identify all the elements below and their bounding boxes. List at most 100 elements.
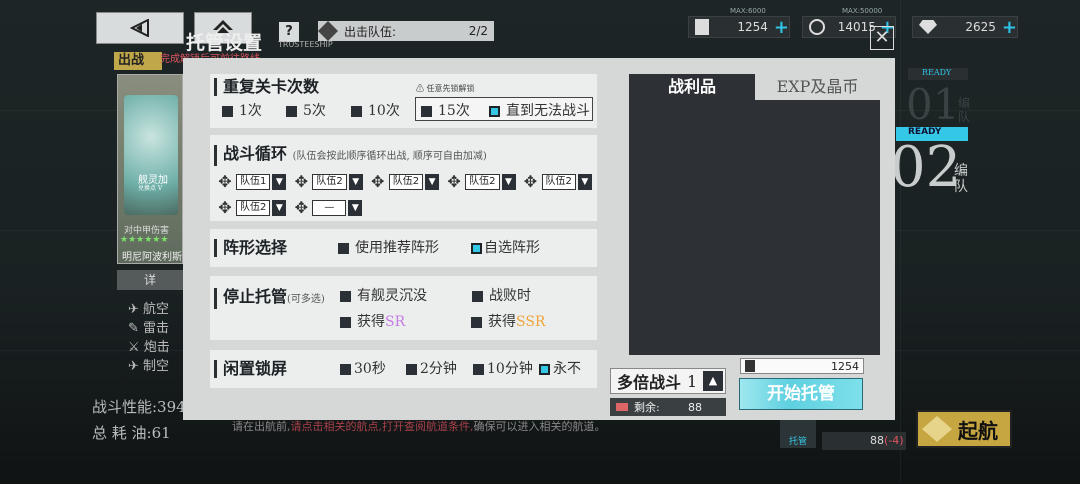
close-button[interactable]: ✕ [870, 26, 894, 50]
fleet-icon [318, 21, 338, 41]
ticket-icon [616, 403, 628, 411]
stop-get-ssr[interactable]: 获得SSR [471, 314, 545, 330]
cycle-slot-5[interactable]: ✥ 队伍2 ▼ [522, 172, 592, 191]
launch-button[interactable]: 起航 [916, 410, 1012, 448]
dropdown-icon: ▼ [501, 173, 516, 190]
oil-icon [695, 19, 709, 35]
multi-battle-label: 多倍战斗 [617, 373, 682, 392]
tab-exp-coins[interactable]: EXP及晶币 [755, 74, 880, 100]
checkbox-icon [340, 363, 351, 375]
sortie-fleet-bar: 出击队伍: 2/2 [318, 21, 494, 41]
checkbox-icon [222, 105, 233, 117]
fleet-word-2b: 队 [954, 179, 968, 195]
cycle-slot-4[interactable]: ✥ 队伍2 ▼ [445, 172, 516, 191]
fleet-select-value: 队伍2 [388, 173, 424, 190]
increase-button[interactable]: ▲ [703, 371, 723, 391]
ship-icon: ✥ [294, 172, 309, 191]
cycle-row-1: ✥ 队伍1 ▼ ✥ 队伍2 ▼ ✥ 队伍2 ▼ ✥ 队伍2 ▼ ✥ 队伍2 ▼ [216, 172, 592, 191]
multi-battle-value: 1 [687, 371, 698, 391]
ship-icon: ✥ [218, 198, 232, 217]
checkbox-icon [472, 290, 483, 302]
type-airsup: ✈ 制空 [128, 359, 170, 374]
stop-ship-sunk[interactable]: 有舰灵沉没 [340, 288, 427, 304]
sortie-tab[interactable]: 出战 [114, 52, 162, 70]
route-tip: 请在出航前,请点击相关的航点,打开查阅航道条件,确保可以进入相关的航道。 [232, 420, 606, 433]
start-trusteeship-button[interactable]: 开始托管 [739, 378, 863, 410]
cycle-slot-7[interactable]: ✥ — ▼ [292, 198, 363, 217]
checkbox-checked-icon [539, 363, 550, 375]
repeat-1x[interactable]: 1次 [222, 103, 262, 119]
oil-max: MAX:6000 [730, 7, 766, 15]
checkbox-icon [473, 363, 484, 375]
idle-10min[interactable]: 10分钟 [473, 361, 533, 377]
type-gun: ⚔ 炮击 [128, 340, 170, 355]
combat-performance: 战斗性能:394 [92, 398, 186, 416]
help-button[interactable]: ? [279, 22, 299, 42]
ship-icon: ✥ [447, 172, 461, 191]
idle-lock-title: 闲置锁屏 [214, 360, 287, 378]
oil-resource: 1254 + [688, 16, 790, 38]
multi-battle-control: 多倍战斗 1 ▲ [610, 368, 726, 394]
idle-2min[interactable]: 2分钟 [406, 361, 457, 377]
cost-display: 1254 [740, 358, 864, 374]
formation-title: 阵形选择 [214, 239, 287, 257]
repeat-10x[interactable]: 10次 [351, 103, 400, 119]
cycle-row-2: ✥ 队伍2 ▼ ✥ — ▼ [216, 198, 363, 217]
formation-section: 阵形选择 使用推荐阵形 自选阵形 [210, 229, 597, 267]
stop-defeat[interactable]: 战败时 [472, 288, 531, 304]
repeat-until-unable[interactable]: 直到无法战斗 [489, 103, 590, 119]
coin-icon [809, 19, 825, 35]
repeat-15x[interactable]: 15次 [421, 103, 470, 119]
stop-get-sr[interactable]: 获得SR [340, 314, 405, 330]
tab-loot[interactable]: 战利品 [629, 74, 755, 100]
oil-value: 1254 [737, 20, 768, 34]
cycle-slot-2[interactable]: ✥ 队伍2 ▼ [292, 172, 363, 191]
ship-types: ✈ 航空 ✎ 雷击 ⚔ 炮击 ✈ 制空 [128, 300, 170, 376]
cycle-slot-6[interactable]: ✥ 队伍2 ▼ [216, 198, 287, 217]
checkbox-icon [286, 105, 297, 117]
remaining-label: 剩余: [634, 401, 660, 414]
add-gem-icon[interactable]: + [1002, 17, 1017, 38]
close-icon: ✕ [874, 27, 890, 48]
battle-cycle-title: 战斗循环 (队伍会按此顺序循环出战, 顺序可自由加减) [214, 145, 487, 166]
repeat-section: 重复关卡次数 ⚠ 任意先锁解锁 1次 5次 10次 15次 直到无法战斗 [210, 74, 597, 128]
formation-custom[interactable]: 自选阵形 [471, 240, 540, 256]
checkbox-checked-icon [471, 242, 482, 254]
launch-icon [922, 416, 952, 442]
fleet-count: 2/2 [468, 24, 488, 38]
dropdown-icon: ▼ [272, 199, 287, 216]
character-portrait [124, 95, 178, 215]
ship-icon: ✥ [218, 172, 232, 191]
loot-panel [629, 100, 880, 355]
fleet-number-1: 01 [906, 80, 960, 129]
total-oil: 总 耗 油:61 [92, 424, 171, 442]
type-torpedo: ✎ 雷击 [128, 321, 170, 336]
back-button[interactable] [96, 12, 184, 44]
idle-never[interactable]: 永不 [539, 361, 581, 377]
formation-recommended[interactable]: 使用推荐阵形 [338, 240, 439, 256]
idle-30s[interactable]: 30秒 [340, 361, 386, 377]
gem-value: 2625 [965, 20, 996, 34]
detail-button[interactable]: 详 [117, 270, 183, 290]
battle-cycle-section: 战斗循环 (队伍会按此顺序循环出战, 顺序可自由加减) ✥ 队伍1 ▼ ✥ 队伍2 ▼ … [210, 135, 597, 221]
dropdown-icon: ▼ [577, 173, 592, 190]
add-oil-icon[interactable]: + [774, 17, 789, 38]
fleet-select-value: 队伍2 [236, 199, 271, 216]
checkbox-icon [351, 105, 362, 117]
fleet-label: 出击队伍: [344, 24, 397, 39]
fleet-select-value: 队伍2 [312, 173, 347, 190]
char-fullname: 明尼阿波利斯 [122, 252, 182, 263]
cycle-slot-1[interactable]: ✥ 队伍1 ▼ [216, 172, 287, 191]
character-card[interactable]: 舰灵加 兑换点 V 对中甲伤害 ★★★★★★ 明尼阿波利斯 [117, 74, 183, 264]
cycle-slot-3[interactable]: ✥ 队伍2 ▼ [369, 172, 440, 191]
bg-remaining: 88(-4) [822, 432, 906, 450]
checkbox-icon [340, 290, 351, 302]
repeat-5x[interactable]: 5次 [286, 103, 326, 119]
gem-icon [919, 20, 937, 34]
launch-label: 起航 [958, 418, 998, 443]
checkbox-icon [338, 242, 349, 254]
remaining-value: 88 [688, 400, 702, 414]
stop-title: 停止托管(可多选) [214, 288, 325, 309]
fleet-select-value: 队伍2 [465, 173, 500, 190]
dropdown-icon: ▼ [348, 199, 363, 216]
